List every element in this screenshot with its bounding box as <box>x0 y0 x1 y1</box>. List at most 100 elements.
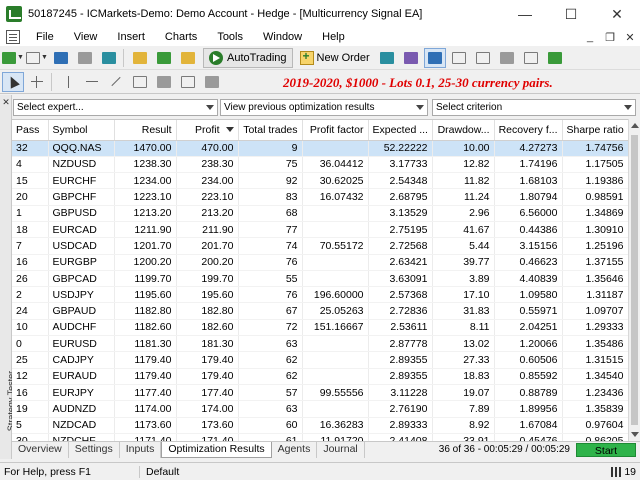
new-chart-button[interactable]: ▼ <box>2 48 24 68</box>
table-row[interactable]: 12 EURAUD 1179.40 179.40 62 2.89355 18.83 0.855… <box>12 368 628 385</box>
fibonacci-icon <box>157 75 171 88</box>
crosshair-tool-button[interactable] <box>26 72 48 92</box>
table-row[interactable]: 30NZDCHF1171.40171.406111.917202.4140833… <box>12 433 628 441</box>
text-tool-button[interactable] <box>177 72 199 92</box>
horizontal-line-icon <box>86 81 98 82</box>
window-title: 50187245 - ICMarkets-Demo: Demo Account … <box>28 8 423 20</box>
tab-optimization-results[interactable]: Optimization Results <box>161 442 272 458</box>
tab-overview[interactable]: Overview <box>12 442 69 458</box>
mdi-minimize-button[interactable]: _ <box>580 31 600 44</box>
previous-results-dropdown[interactable]: View previous optimization results <box>220 99 428 116</box>
minimize-button[interactable]: — <box>502 0 548 28</box>
shapes-button[interactable] <box>201 72 223 92</box>
scroll-up-icon[interactable] <box>631 123 639 128</box>
column-header-expected-payoff[interactable]: Expected ... <box>368 120 433 141</box>
cell-total-trades: 67 <box>238 302 303 320</box>
zoom-in-button[interactable] <box>448 48 470 68</box>
zoom-out-button[interactable] <box>472 48 494 68</box>
table-row[interactable]: 5 NZDCAD 1173.60 173.60 60 16.36283 2.89333 8.9… <box>12 417 628 434</box>
cell-recovery-factor: 0.85592 <box>494 368 563 385</box>
table-row[interactable]: 26 GBPCAD 1199.70 199.70 55 3.63091 3.89 4.4083… <box>12 270 628 288</box>
vertical-scrollbar[interactable] <box>628 119 640 441</box>
bar-chart-button[interactable] <box>376 48 398 68</box>
menu-file[interactable]: File <box>26 28 64 46</box>
profiles-icon <box>26 51 41 64</box>
table-row[interactable]: 1 GBPUSD 1213.20 213.20 68 3.13529 2.96 6.56000… <box>12 205 628 222</box>
select-expert-dropdown[interactable]: Select expert... <box>13 99 218 116</box>
equidistant-channel-button[interactable] <box>129 72 151 92</box>
cell-pass: 0 <box>12 335 49 353</box>
scrollbar-thumb[interactable] <box>631 135 638 425</box>
table-row[interactable]: 2 USDJPY 1195.60 195.60 76 196.60000 2.57368 17… <box>12 286 628 304</box>
cell-recovery-factor: 2.04251 <box>494 319 563 337</box>
column-header-result[interactable]: Result <box>114 120 177 141</box>
menu-window[interactable]: Window <box>253 28 312 46</box>
table-row[interactable]: 32 QQQ.NAS 1470.00 470.00 9 52.22222 10.00 4.27… <box>12 140 628 157</box>
select-criterion-dropdown[interactable]: Select criterion <box>432 99 636 116</box>
column-header-sharpe-ratio[interactable]: Sharpe ratio <box>562 120 628 141</box>
mdi-restore-button[interactable]: ❐ <box>600 31 620 44</box>
maximize-button[interactable]: ☐ <box>548 0 594 28</box>
table-row[interactable]: 4 NZDUSD 1238.30 238.30 75 36.04412 3.17733 12.… <box>12 156 628 174</box>
tab-journal[interactable]: Journal <box>317 442 365 458</box>
horizontal-line-button[interactable] <box>81 72 103 92</box>
column-header-recovery-factor[interactable]: Recovery f... <box>494 120 563 141</box>
trendline-button[interactable] <box>105 72 127 92</box>
navigator-button[interactable] <box>98 48 120 68</box>
tile-windows-button[interactable] <box>496 48 518 68</box>
close-icon[interactable]: ✕ <box>1 97 11 107</box>
fibonacci-button[interactable] <box>153 72 175 92</box>
data-window-button[interactable] <box>74 48 96 68</box>
cell-recovery-factor: 6.56000 <box>494 205 563 222</box>
table-row[interactable]: 19 AUDNZD 1174.00 174.00 63 2.76190 7.89 1.8995… <box>12 400 628 418</box>
column-header-drawdown[interactable]: Drawdow... <box>432 120 495 141</box>
profiles-button[interactable]: ▼ <box>26 48 48 68</box>
column-header-symbol[interactable]: Symbol <box>48 120 115 141</box>
tab-agents[interactable]: Agents <box>272 442 318 458</box>
table-row[interactable]: 24 GBPAUD 1182.80 182.80 67 25.05263 2.72836 31… <box>12 302 628 320</box>
mdi-close-button[interactable]: ✕ <box>620 31 640 44</box>
menu-insert[interactable]: Insert <box>107 28 155 46</box>
table-row[interactable]: 0 EURUSD 1181.30 181.30 63 2.87778 13.02 1.2006… <box>12 335 628 353</box>
tab-settings[interactable]: Settings <box>69 442 120 458</box>
cell-profit-factor: 11.91720 <box>302 433 369 441</box>
vertical-line-button[interactable] <box>57 72 79 92</box>
cell-pass: 15 <box>12 172 49 190</box>
chart-shift-button[interactable] <box>520 48 542 68</box>
table-row[interactable]: 20 GBPCHF 1223.10 223.10 83 16.07432 2.68795 11… <box>12 188 628 206</box>
table-row[interactable]: 10 AUDCHF 1182.60 182.60 72 151.16667 2.53611 8… <box>12 319 628 337</box>
cursor-tool-button[interactable] <box>2 71 24 92</box>
autotrading-button[interactable]: AutoTrading <box>203 47 293 68</box>
autoscroll-button[interactable] <box>544 48 566 68</box>
menu-view[interactable]: View <box>64 28 108 46</box>
cell-drawdown: 31.83 <box>432 302 495 320</box>
menu-charts[interactable]: Charts <box>155 28 207 46</box>
table-row[interactable]: 25 CADJPY 1179.40 179.40 62 2.89355 27.33 0.605… <box>12 351 628 369</box>
table-row[interactable]: 16 EURJPY 1177.40 177.40 57 99.55556 3.11228 19… <box>12 384 628 402</box>
table-row[interactable]: 16 EURGBP 1200.20 200.20 76 2.63421 39.77 0.466… <box>12 254 628 271</box>
column-header-profit-factor[interactable]: Profit factor <box>302 120 369 141</box>
metaeditor-button[interactable] <box>177 48 199 68</box>
market-watch-button[interactable] <box>50 48 72 68</box>
column-header-profit[interactable]: Profit <box>176 120 239 141</box>
cell-symbol: QQQ.NAS <box>48 140 115 157</box>
line-chart-button[interactable] <box>423 47 446 68</box>
column-header-pass[interactable]: Pass <box>12 120 49 141</box>
menu-help[interactable]: Help <box>312 28 355 46</box>
market-button[interactable] <box>129 48 151 68</box>
tab-inputs[interactable]: Inputs <box>120 442 162 458</box>
menu-tools[interactable]: Tools <box>207 28 253 46</box>
document-icon[interactable] <box>6 30 20 44</box>
start-button[interactable]: Start <box>576 443 636 457</box>
signals-button[interactable] <box>153 48 175 68</box>
close-button[interactable]: ✕ <box>594 0 640 28</box>
table-row[interactable]: 18 EURCAD 1211.90 211.90 77 2.75195 41.67 0.443… <box>12 221 628 239</box>
column-header-total-trades[interactable]: Total trades <box>238 120 303 141</box>
table-row[interactable]: 7 USDCAD 1201.70 201.70 74 70.55172 2.72568 5.4… <box>12 237 628 255</box>
table-row[interactable]: 15 EURCHF 1234.00 234.00 92 30.62025 2.54348 11… <box>12 172 628 190</box>
market-icon <box>133 51 147 64</box>
new-order-button[interactable]: New Order <box>296 48 374 68</box>
scroll-down-icon[interactable] <box>631 432 639 437</box>
cell-profit-factor: 36.04412 <box>302 156 369 174</box>
candlestick-button[interactable] <box>400 48 422 68</box>
